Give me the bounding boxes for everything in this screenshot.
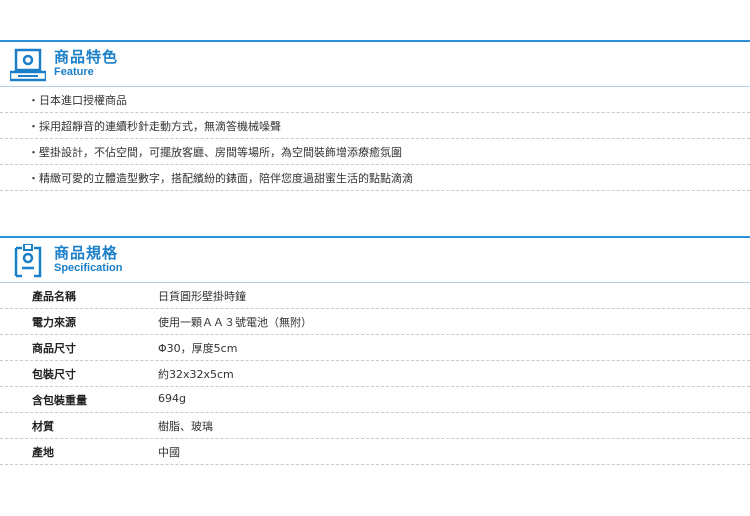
spec-label: 包裝尺寸 — [32, 368, 76, 381]
table-row: 產地 中國 — [0, 439, 750, 465]
spec-value: 使用一顆ＡＡ３號電池（無附） — [158, 316, 312, 329]
document-frame-icon — [14, 244, 42, 278]
spec-value: 694g — [158, 392, 186, 405]
feature-item-text: ・壁掛設計，不佔空間，可擺放客廳、房間等場所，為空間裝飾增添療癒氛圍 — [28, 146, 402, 159]
table-row: 包裝尺寸 約32x32x5cm — [0, 361, 750, 387]
table-row: 含包裝重量 694g — [0, 387, 750, 413]
spec-label: 材質 — [32, 420, 54, 433]
table-row: 商品尺寸 Φ30，厚度5cm — [0, 335, 750, 361]
table-row: 材質 樹脂、玻璃 — [0, 413, 750, 439]
spec-label: 含包裝重量 — [32, 394, 87, 407]
spec-subtitle: Specification — [54, 262, 123, 274]
feature-title: 商品特色 — [54, 48, 119, 66]
spec-section: 商品規格 Specification 產品名稱 日貨圓形壁掛時鐘 電力來源 使用… — [0, 236, 750, 465]
spec-table: 產品名稱 日貨圓形壁掛時鐘 電力來源 使用一顆ＡＡ３號電池（無附） 商品尺寸 Φ… — [0, 283, 750, 465]
feature-list: ・日本進口授權商品 ・採用超靜音的連續秒針走動方式，無滴答機械噪聲 ・壁掛設計，… — [0, 87, 750, 191]
spec-label: 商品尺寸 — [32, 342, 76, 355]
spec-value: 約32x32x5cm — [158, 368, 234, 381]
list-item: ・壁掛設計，不佔空間，可擺放客廳、房間等場所，為空間裝飾增添療癒氛圍 — [0, 139, 750, 165]
list-item: ・採用超靜音的連續秒針走動方式，無滴答機械噪聲 — [0, 113, 750, 139]
spec-label: 產品名稱 — [32, 290, 76, 303]
spec-title: 商品規格 — [54, 244, 119, 262]
feature-item-text: ・精緻可愛的立體造型數字，搭配繽紛的錶面，陪伴您度過甜蜜生活的點點滴滴 — [28, 172, 413, 185]
spec-value: 日貨圓形壁掛時鐘 — [158, 290, 246, 303]
feature-subtitle: Feature — [54, 66, 94, 78]
feature-item-text: ・日本進口授權商品 — [28, 94, 127, 107]
spec-header: 商品規格 Specification — [0, 236, 750, 282]
table-row: 電力來源 使用一顆ＡＡ３號電池（無附） — [0, 309, 750, 335]
list-item: ・日本進口授權商品 — [0, 87, 750, 113]
computer-icon — [10, 48, 46, 82]
list-item: ・精緻可愛的立體造型數字，搭配繽紛的錶面，陪伴您度過甜蜜生活的點點滴滴 — [0, 165, 750, 191]
table-row: 產品名稱 日貨圓形壁掛時鐘 — [0, 283, 750, 309]
spec-label: 電力來源 — [32, 316, 76, 329]
spec-label: 產地 — [32, 446, 54, 459]
feature-item-text: ・採用超靜音的連續秒針走動方式，無滴答機械噪聲 — [28, 120, 281, 133]
spec-value: Φ30，厚度5cm — [158, 342, 238, 355]
spec-value: 樹脂、玻璃 — [158, 420, 213, 433]
spec-value: 中國 — [158, 446, 180, 459]
feature-section: 商品特色 Feature ・日本進口授權商品 ・採用超靜音的連續秒針走動方式，無… — [0, 40, 750, 191]
feature-header: 商品特色 Feature — [0, 40, 750, 86]
